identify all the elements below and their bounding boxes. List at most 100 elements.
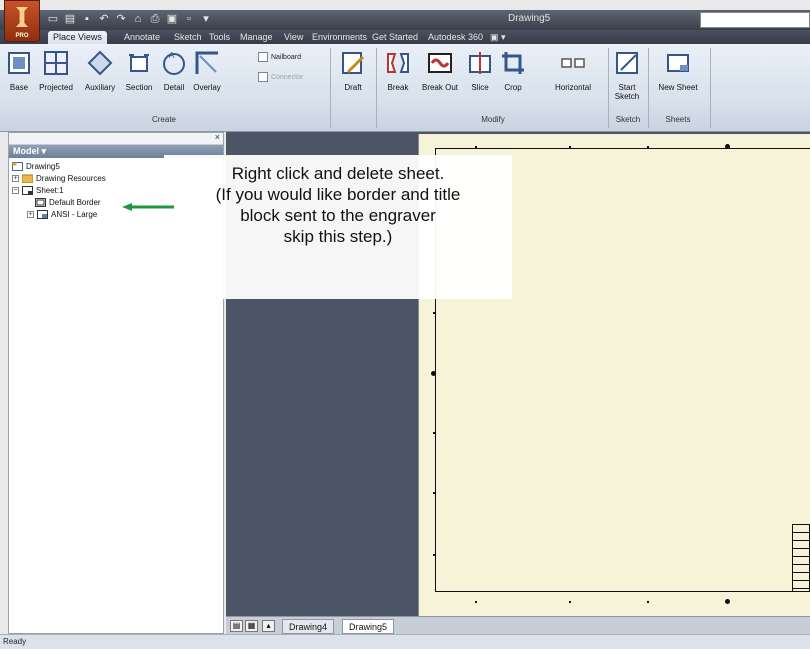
collapse-icon[interactable]: −: [12, 187, 19, 194]
dropdown-icon[interactable]: ▾: [199, 12, 213, 26]
tab-place-views[interactable]: Place Views: [48, 31, 107, 44]
browser-header-label: Model: [13, 146, 39, 156]
undo-icon[interactable]: ↶: [97, 12, 111, 26]
tree-node-drawing[interactable]: Drawing5: [12, 162, 60, 171]
zone-tick: [433, 554, 435, 556]
title-block[interactable]: [792, 524, 810, 592]
zone-tick: [569, 146, 571, 148]
draft-button[interactable]: Draft: [334, 50, 372, 92]
inventor-window: ▭ ▤ ▪ ↶ ↷ ⌂ ⎙ ▣ ▫ ▾ Drawing5 PRO Place V…: [0, 0, 810, 649]
panel-sketch-label: Sketch: [615, 115, 641, 124]
instruction-callout: Right click and delete sheet. (If you wo…: [164, 155, 512, 299]
projected-label: Projected: [39, 83, 73, 92]
svg-text:A: A: [169, 51, 175, 60]
instruction-line: Right click and delete sheet.: [231, 164, 445, 183]
doc-tab-drawing5[interactable]: Drawing5: [342, 619, 395, 634]
detail-view-icon: A: [163, 51, 185, 75]
drawing-doc-icon: [12, 162, 23, 171]
tree-label: Sheet:1: [36, 186, 64, 195]
tab-autodesk-360[interactable]: Autodesk 360: [428, 31, 483, 44]
tab-get-started[interactable]: Get Started: [372, 31, 418, 44]
tab-options-icon[interactable]: ▣ ▾: [490, 31, 506, 44]
nailboard-icon: [258, 52, 268, 62]
zone-tick: [647, 146, 649, 148]
panel-modify-label: Modify: [481, 115, 505, 124]
start-sketch-label-line2: Sketch: [614, 92, 640, 101]
nailboard-button[interactable]: Nailboard: [258, 52, 301, 62]
expand-icon[interactable]: +: [12, 175, 19, 182]
tab-manage[interactable]: Manage: [240, 31, 273, 44]
connector-button[interactable]: Connector: [258, 72, 303, 82]
draft-view-icon: [342, 52, 365, 74]
home-icon[interactable]: ⌂: [131, 12, 145, 26]
zone-tick: [433, 492, 435, 494]
redo-icon[interactable]: ↷: [114, 12, 128, 26]
slice-button[interactable]: Slice: [464, 50, 496, 92]
connector-label: Connector: [271, 73, 304, 81]
panel-create-label: Create: [151, 115, 176, 124]
expand-icon[interactable]: +: [27, 211, 34, 218]
tab-list-icon[interactable]: ▴: [262, 620, 275, 632]
base-view-icon: [8, 52, 30, 74]
tab-sketch[interactable]: Sketch: [174, 31, 202, 44]
application-menu-button[interactable]: PRO: [4, 0, 40, 42]
slice-icon: [469, 52, 491, 74]
zone-marker: [431, 371, 436, 376]
section-button[interactable]: Section: [122, 50, 156, 92]
green-arrow-icon: [122, 203, 174, 211]
base-label: Base: [9, 83, 29, 92]
border-icon: [35, 198, 46, 207]
auxiliary-button[interactable]: Auxiliary: [80, 50, 120, 92]
overlay-button[interactable]: Overlay: [190, 50, 224, 92]
tab-annotate[interactable]: Annotate: [124, 31, 160, 44]
start-sketch-button[interactable]: Start Sketch: [610, 50, 644, 101]
overlay-label: Overlay: [193, 83, 221, 92]
instruction-line: skip this step.): [283, 227, 393, 246]
quick-access-toolbar: ▭ ▤ ▪ ↶ ↷ ⌂ ⎙ ▣ ▫ ▾: [46, 12, 213, 28]
detail-label: Detail: [163, 83, 185, 92]
pro-badge: PRO: [15, 33, 29, 39]
zone-tick: [569, 601, 571, 603]
close-icon[interactable]: ×: [215, 132, 220, 142]
print-icon[interactable]: ⎙: [148, 12, 162, 26]
tree-node-sheet[interactable]: − Sheet:1: [12, 186, 64, 195]
search-input[interactable]: [700, 12, 810, 28]
horizontal-button[interactable]: Horizontal: [544, 50, 602, 92]
start-sketch-icon: [616, 52, 638, 74]
break-out-icon: [428, 53, 452, 73]
projected-button[interactable]: Projected: [36, 50, 76, 92]
save-icon[interactable]: ▪: [80, 12, 94, 26]
panel-separator: [330, 48, 331, 128]
update-icon[interactable]: ▣: [165, 12, 179, 26]
tab-environments[interactable]: Environments: [312, 31, 367, 44]
tree-node-drawing-resources[interactable]: + Drawing Resources: [12, 174, 106, 183]
cascade-icon[interactable]: ▤: [230, 620, 243, 632]
tree-node-title-block[interactable]: + ANSI - Large: [27, 210, 97, 219]
new-sheet-icon: [667, 54, 689, 72]
tree-label: Drawing Resources: [36, 174, 106, 183]
tab-view[interactable]: View: [284, 31, 303, 44]
draft-label: Draft: [344, 83, 362, 92]
panel-separator: [376, 48, 377, 128]
open-icon[interactable]: ▤: [63, 12, 77, 26]
break-out-button[interactable]: Break Out: [416, 50, 464, 92]
panel-sheets-label: Sheets: [665, 115, 691, 124]
doc-tab-drawing4[interactable]: Drawing4: [282, 619, 335, 634]
new-sheet-label: New Sheet: [658, 83, 698, 92]
ribbon: Base Projected Auxiliary Section A Detai…: [0, 44, 810, 132]
new-sheet-button[interactable]: New Sheet: [650, 50, 706, 92]
break-button[interactable]: Break: [380, 50, 416, 92]
base-button[interactable]: Base: [4, 50, 34, 92]
measure-icon[interactable]: ▫: [182, 12, 196, 26]
new-icon[interactable]: ▭: [46, 12, 60, 26]
tile-icon[interactable]: ▦: [245, 620, 258, 632]
detail-button[interactable]: A Detail: [158, 50, 190, 92]
document-tabs: ▤ ▦ ▴ Drawing4 Drawing5: [226, 616, 810, 634]
tree-node-default-border[interactable]: Default Border: [35, 198, 101, 207]
tab-tools[interactable]: Tools: [209, 31, 230, 44]
panel-separator: [648, 48, 649, 128]
crop-button[interactable]: Crop: [496, 50, 530, 92]
instruction-line: block sent to the engraver: [240, 206, 436, 225]
break-out-label: Break Out: [421, 83, 458, 92]
zone-tick: [647, 601, 649, 603]
